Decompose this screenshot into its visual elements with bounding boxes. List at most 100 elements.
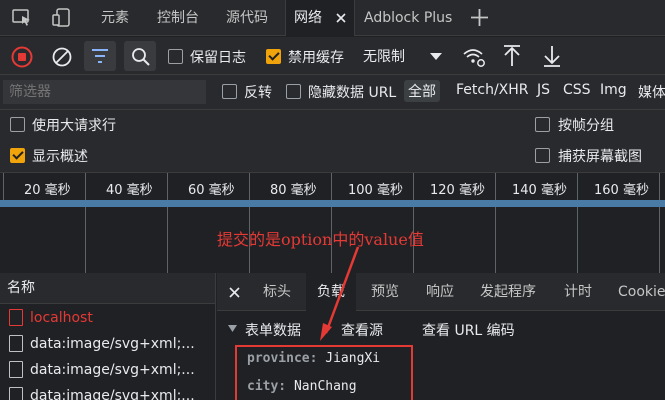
filter-icon[interactable] bbox=[91, 48, 109, 64]
request-name: data:image/svg+xml;... bbox=[30, 388, 195, 400]
form-field: city: NanChang bbox=[247, 379, 357, 394]
request-name: localhost bbox=[30, 310, 93, 326]
view-url-encoded-link[interactable]: 查看 URL 编码 bbox=[422, 320, 515, 340]
timeline-tick-line bbox=[331, 173, 332, 201]
image-file-icon bbox=[9, 335, 23, 352]
timeline-tick-line bbox=[413, 173, 414, 201]
show-overview-label: 显示概述 bbox=[32, 149, 88, 165]
form-data-heading: 表单数据 bbox=[245, 323, 301, 339]
disable-cache-label: 禁用缓存 bbox=[288, 50, 344, 66]
timeline-tick-line bbox=[577, 173, 578, 201]
capture-screenshots-label: 捕获屏幕截图 bbox=[558, 149, 642, 165]
tab-network-label: 网络 bbox=[294, 10, 322, 26]
timeline-activity-bar bbox=[0, 200, 665, 207]
timeline-tick: 80 毫秒 bbox=[270, 183, 317, 198]
collapse-triangle-icon[interactable] bbox=[228, 325, 237, 333]
timeline-tick: 40 毫秒 bbox=[106, 183, 153, 198]
request-list: 名称 localhost data:image/svg+xml;... data… bbox=[0, 273, 216, 400]
invert-checkbox[interactable] bbox=[222, 84, 237, 99]
preserve-log-label: 保留日志 bbox=[190, 50, 246, 66]
timeline-tick: 60 毫秒 bbox=[188, 183, 235, 198]
tab-adblock[interactable]: Adblock Plus bbox=[364, 0, 452, 36]
options-row-1: 使用大请求行 按帧分组 bbox=[0, 110, 665, 142]
tab-sources[interactable]: 源代码 bbox=[226, 0, 268, 36]
devtools-tab-bar: 元素 控制台 源代码 网络 Adblock Plus bbox=[0, 0, 665, 36]
timeline-tick: 140 毫秒 bbox=[512, 183, 567, 198]
timeline-tick-line bbox=[495, 173, 496, 201]
preserve-log-checkbox[interactable] bbox=[168, 49, 183, 64]
timeline-ruler[interactable]: 20 毫秒 40 毫秒 60 毫秒 80 毫秒 100 毫秒 120 毫秒 14… bbox=[0, 172, 665, 201]
throttle-dropdown[interactable]: 无限制 bbox=[356, 46, 448, 68]
export-har-icon[interactable] bbox=[543, 45, 561, 67]
tab-preview[interactable]: 预览 bbox=[371, 273, 399, 311]
inspect-element-icon[interactable] bbox=[12, 9, 32, 27]
tab-cookies[interactable]: Cookie bbox=[618, 273, 665, 311]
hide-data-urls-checkbox[interactable] bbox=[286, 84, 301, 99]
filter-type-css[interactable]: CSS bbox=[563, 82, 591, 98]
form-field: province: JiangXi bbox=[247, 351, 380, 366]
group-by-frame-label: 按帧分组 bbox=[558, 118, 614, 134]
timeline-tick-line bbox=[85, 173, 86, 201]
request-row[interactable]: data:image/svg+xml;... bbox=[0, 383, 216, 400]
overview-grid-line bbox=[577, 207, 578, 273]
overview-grid-line bbox=[167, 207, 168, 273]
tab-network[interactable]: 网络 bbox=[285, 0, 355, 36]
overview-grid-line bbox=[659, 207, 660, 273]
timeline-tick: 160 毫秒 bbox=[594, 183, 649, 198]
group-by-frame-checkbox[interactable] bbox=[535, 117, 550, 132]
invert-label: 反转 bbox=[244, 85, 272, 101]
name-column-header[interactable]: 名称 bbox=[0, 273, 215, 304]
annotation-arrow bbox=[320, 246, 360, 341]
network-toolbar: 保留日志 禁用缓存 无限制 bbox=[0, 37, 665, 75]
tab-timing[interactable]: 计时 bbox=[564, 273, 592, 311]
large-rows-label: 使用大请求行 bbox=[32, 118, 116, 134]
request-name: data:image/svg+xml;... bbox=[30, 336, 195, 352]
show-overview-checkbox[interactable] bbox=[10, 148, 25, 163]
close-tab-icon[interactable] bbox=[336, 13, 346, 23]
tab-headers[interactable]: 标头 bbox=[263, 273, 291, 311]
tab-console[interactable]: 控制台 bbox=[157, 0, 199, 36]
filter-type-fetch-xhr[interactable]: Fetch/XHR bbox=[456, 82, 529, 98]
import-har-icon[interactable] bbox=[503, 45, 521, 67]
form-field-key: province: bbox=[247, 351, 318, 366]
capture-screenshots-checkbox[interactable] bbox=[535, 148, 550, 163]
device-toolbar-icon[interactable] bbox=[52, 8, 72, 28]
form-field-key: city: bbox=[247, 379, 287, 394]
request-row[interactable]: data:image/svg+xml;... bbox=[0, 331, 216, 357]
timeline-tick-line bbox=[659, 173, 660, 201]
filter-input[interactable] bbox=[3, 80, 206, 104]
filter-type-media[interactable]: 媒体 bbox=[638, 82, 665, 102]
network-conditions-icon[interactable] bbox=[462, 46, 486, 68]
details-tab-bar: 标头 负载 预览 响应 发起程序 计时 Cookie bbox=[217, 273, 665, 311]
form-field-value: JiangXi bbox=[325, 351, 381, 366]
hide-data-urls-label: 隐藏数据 URL bbox=[308, 85, 397, 101]
options-row-2: 显示概述 捕获屏幕截图 bbox=[0, 141, 665, 172]
timeline-tick: 100 毫秒 bbox=[348, 183, 403, 198]
image-file-icon bbox=[9, 361, 23, 378]
chevron-down-icon bbox=[430, 53, 442, 60]
timeline-tick-line bbox=[167, 173, 168, 201]
large-rows-checkbox[interactable] bbox=[10, 117, 25, 132]
filter-type-js[interactable]: JS bbox=[537, 82, 550, 98]
overview-grid-line bbox=[495, 207, 496, 273]
timeline-tick-line bbox=[249, 173, 250, 201]
filter-type-all[interactable]: 全部 bbox=[404, 80, 440, 102]
tab-initiator[interactable]: 发起程序 bbox=[480, 273, 536, 311]
search-icon[interactable] bbox=[131, 47, 150, 66]
close-icon[interactable] bbox=[229, 287, 240, 298]
tab-elements[interactable]: 元素 bbox=[101, 0, 129, 36]
record-stop-icon[interactable] bbox=[11, 46, 33, 68]
tab-response[interactable]: 响应 bbox=[426, 273, 454, 311]
clear-icon[interactable] bbox=[51, 46, 73, 68]
form-field-value: NanChang bbox=[293, 379, 357, 394]
add-tab-icon[interactable] bbox=[470, 8, 489, 27]
overview-grid-line bbox=[85, 207, 86, 273]
request-name: data:image/svg+xml;... bbox=[30, 362, 195, 378]
throttle-value: 无限制 bbox=[363, 49, 405, 65]
request-row[interactable]: data:image/svg+xml;... bbox=[0, 357, 216, 383]
image-file-icon bbox=[9, 387, 23, 400]
request-row[interactable]: localhost bbox=[0, 305, 216, 331]
filter-type-img[interactable]: Img bbox=[600, 82, 627, 98]
request-details: 标头 负载 预览 响应 发起程序 计时 Cookie 表单数据 查看源 查看 U… bbox=[217, 273, 665, 400]
disable-cache-checkbox[interactable] bbox=[266, 49, 281, 64]
